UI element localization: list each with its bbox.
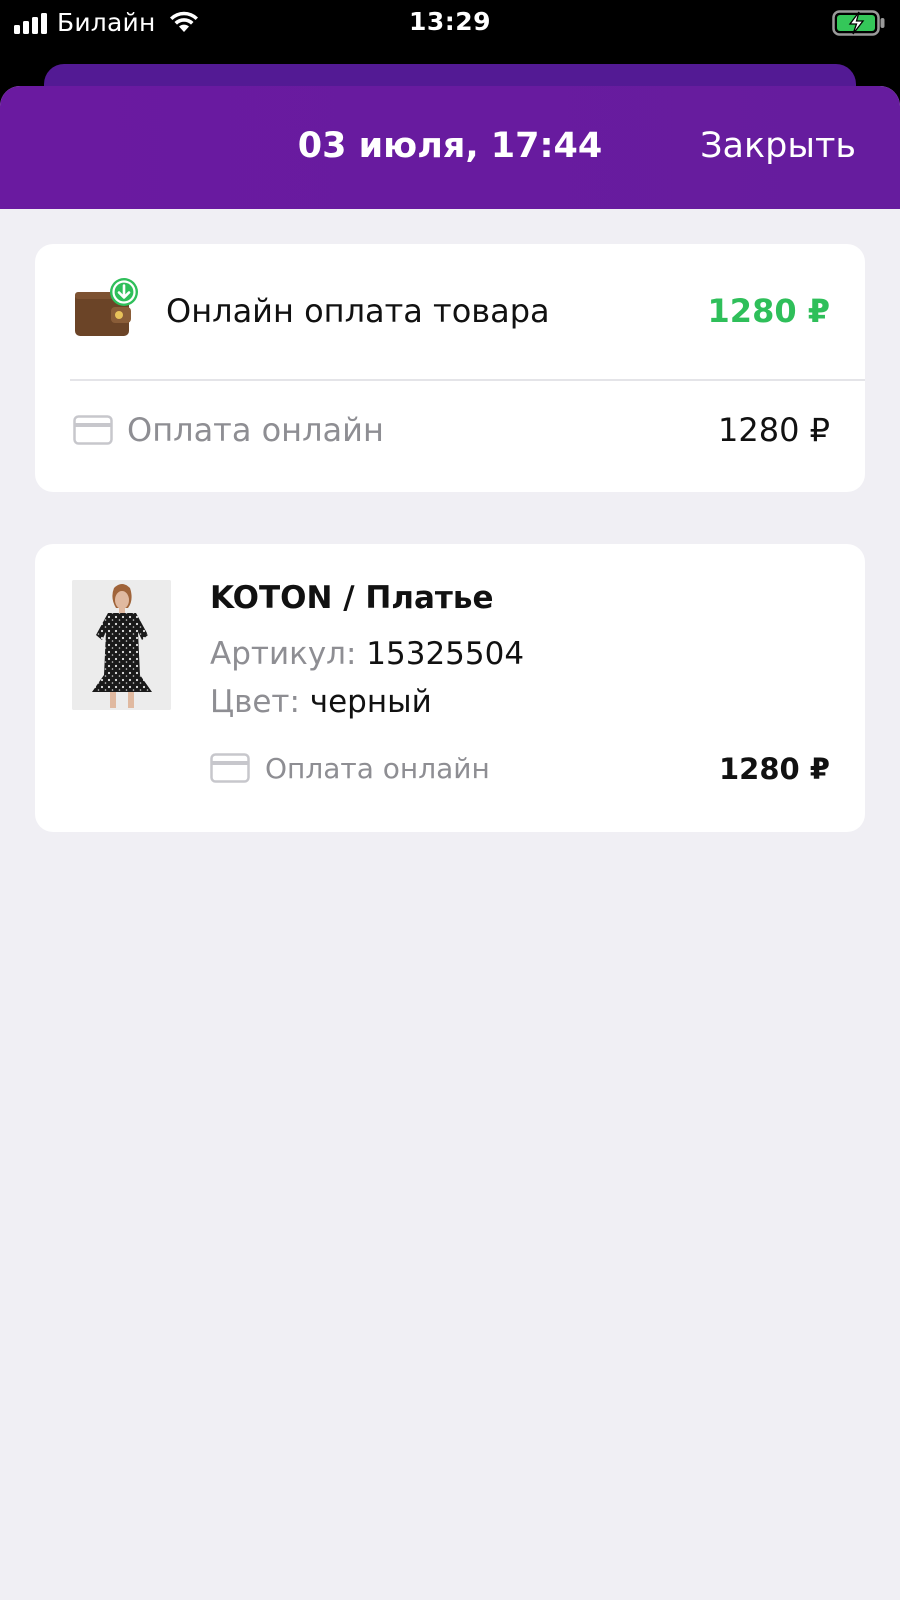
item-payment-method-label: Оплата онлайн <box>265 752 490 785</box>
battery-charging-icon <box>832 10 885 36</box>
credit-card-icon <box>73 415 113 445</box>
operation-details-sheet: 03 июля, 17:44 Закрыть Онлайн оплата тов… <box>0 86 900 1600</box>
product-image[interactable] <box>72 580 171 710</box>
payment-summary-row: Онлайн оплата товара 1280 ₽ <box>35 244 865 380</box>
color-label: Цвет: <box>210 684 300 720</box>
status-bar: Билайн 13:29 <box>0 0 900 46</box>
sku-label: Артикул: <box>210 636 357 672</box>
payment-method-label: Оплата онлайн <box>127 411 384 449</box>
credit-card-icon <box>210 753 250 783</box>
item-amount: 1280 ₽ <box>719 752 830 786</box>
sku-value: 15325504 <box>366 636 525 672</box>
payment-method-amount: 1280 ₽ <box>718 411 830 449</box>
payment-method-row: Оплата онлайн 1280 ₽ <box>35 381 865 492</box>
product-title: KOTON / Платье <box>210 580 494 616</box>
color-value: черный <box>309 684 432 720</box>
product-color: Цвет: черный <box>210 684 432 720</box>
close-button[interactable]: Закрыть <box>700 126 856 166</box>
wallet-income-icon <box>75 278 138 336</box>
dress-photo-icon <box>72 580 171 710</box>
clock: 13:29 <box>408 7 492 36</box>
payment-amount: 1280 ₽ <box>707 292 830 330</box>
sheet-header: 03 июля, 17:44 Закрыть <box>0 86 900 209</box>
payment-card: Онлайн оплата товара 1280 ₽ Оплата онлай… <box>35 244 865 492</box>
payment-title: Онлайн оплата товара <box>166 292 550 330</box>
item-payment-row: Оплата онлайн 1280 ₽ <box>35 744 865 804</box>
product-card[interactable]: KOTON / Платье Артикул: 15325504 Цвет: ч… <box>35 544 865 832</box>
product-sku: Артикул: 15325504 <box>210 636 524 672</box>
